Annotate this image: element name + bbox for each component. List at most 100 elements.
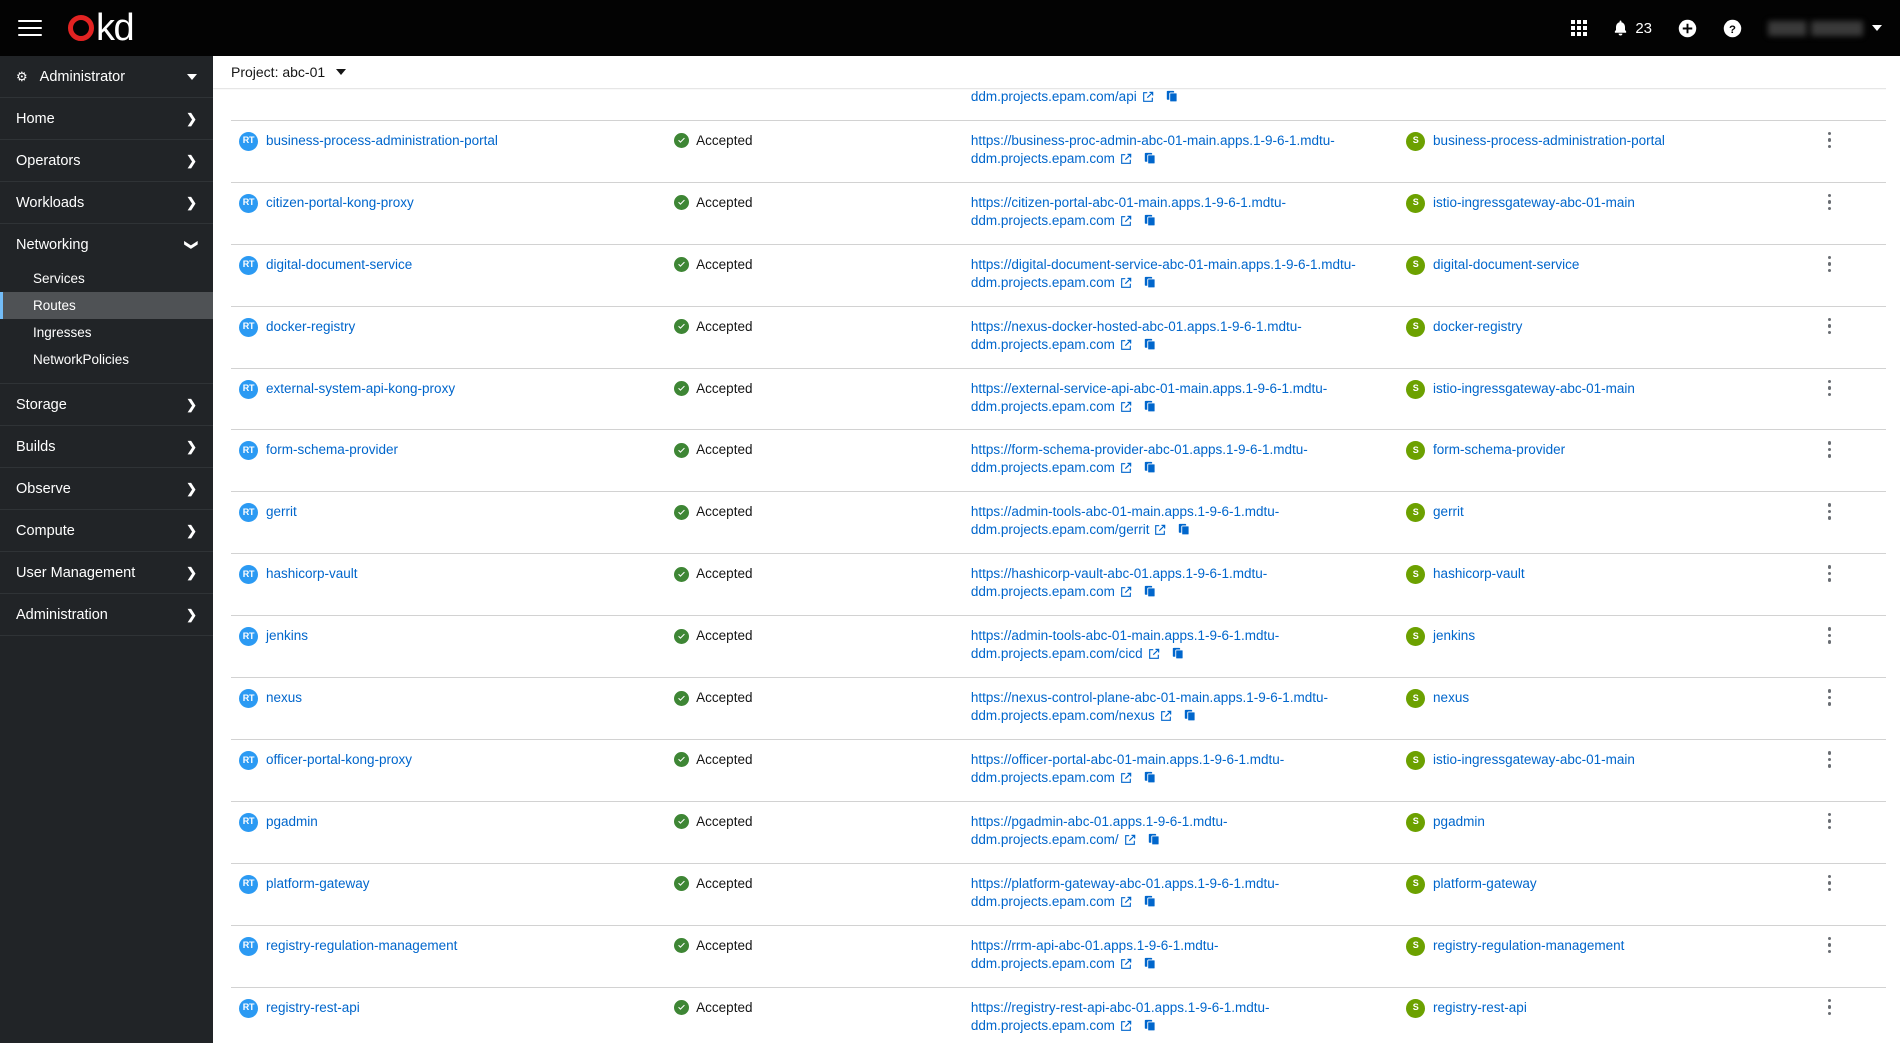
route-location-link[interactable]: https://officer-portal-abc-01-main.apps.… bbox=[971, 752, 1284, 767]
copy-icon[interactable] bbox=[1144, 338, 1157, 356]
sidebar-item-networking[interactable]: Networking ❯ bbox=[0, 224, 213, 265]
route-service-link[interactable]: business-process-administration-portal bbox=[1433, 132, 1665, 150]
chevron-down-icon[interactable] bbox=[336, 69, 347, 75]
applications-grid-icon[interactable] bbox=[1571, 20, 1588, 36]
route-name-link[interactable]: officer-portal-kong-proxy bbox=[266, 751, 412, 769]
sidebar-item-ingresses[interactable]: Ingresses bbox=[0, 319, 213, 346]
route-location-link[interactable]: ddm.projects.epam.com/api bbox=[971, 89, 1137, 104]
route-name-link[interactable]: pgadmin bbox=[266, 813, 318, 831]
route-service-link[interactable]: istio-ingressgateway-abc-01-main bbox=[1433, 194, 1635, 212]
external-link-icon[interactable] bbox=[1120, 771, 1132, 789]
route-service-link[interactable]: pgadmin bbox=[1433, 813, 1485, 831]
vertical-scrollbar[interactable] bbox=[1886, 88, 1900, 1043]
route-service-link[interactable]: jenkins bbox=[1433, 627, 1475, 645]
copy-icon[interactable] bbox=[1144, 461, 1157, 479]
route-location-link-cont[interactable]: ddm.projects.epam.com bbox=[971, 1018, 1115, 1033]
route-name-link[interactable]: gerrit bbox=[266, 503, 297, 521]
sidebar-item-operators[interactable]: Operators ❯ bbox=[0, 140, 213, 181]
route-location-link-cont[interactable]: ddm.projects.epam.com/ bbox=[971, 832, 1119, 847]
perspective-switcher[interactable]: ⚙ Administrator bbox=[0, 56, 213, 98]
external-link-icon[interactable] bbox=[1124, 833, 1136, 851]
kebab-menu-icon[interactable] bbox=[1820, 751, 1840, 768]
route-location-link[interactable]: https://pgadmin-abc-01.apps.1-9-6-1.mdtu… bbox=[971, 814, 1228, 829]
route-location-link-cont[interactable]: ddm.projects.epam.com bbox=[971, 213, 1115, 228]
route-location-link[interactable]: https://citizen-portal-abc-01-main.apps.… bbox=[971, 195, 1286, 210]
external-link-icon[interactable] bbox=[1120, 338, 1132, 356]
copy-icon[interactable] bbox=[1144, 957, 1157, 975]
route-name-link[interactable]: business-process-administration-portal bbox=[266, 132, 498, 150]
route-location-link-cont[interactable]: ddm.projects.epam.com bbox=[971, 337, 1115, 352]
route-name-link[interactable]: nexus bbox=[266, 689, 302, 707]
sidebar-item-routes[interactable]: Routes bbox=[0, 292, 213, 319]
route-location-link[interactable]: https://external-service-api-abc-01-main… bbox=[971, 381, 1327, 396]
sidebar-item-administration[interactable]: Administration ❯ bbox=[0, 594, 213, 635]
route-location-link-cont[interactable]: ddm.projects.epam.com bbox=[971, 894, 1115, 909]
okd-logo[interactable]: kd bbox=[68, 9, 135, 47]
route-name-link[interactable]: registry-regulation-management bbox=[266, 937, 457, 955]
route-location-link-cont[interactable]: ddm.projects.epam.com bbox=[971, 151, 1115, 166]
copy-icon[interactable] bbox=[1184, 709, 1197, 727]
sidebar-item-networkpolicies[interactable]: NetworkPolicies bbox=[0, 346, 213, 373]
route-name-link[interactable]: docker-registry bbox=[266, 318, 355, 336]
copy-icon[interactable] bbox=[1144, 152, 1157, 170]
route-service-link[interactable]: istio-ingressgateway-abc-01-main bbox=[1433, 751, 1635, 769]
route-location-link[interactable]: https://registry-rest-api-abc-01.apps.1-… bbox=[971, 1000, 1270, 1015]
route-location-link[interactable]: https://nexus-control-plane-abc-01-main.… bbox=[971, 690, 1328, 705]
kebab-menu-icon[interactable] bbox=[1820, 689, 1840, 706]
route-service-link[interactable]: platform-gateway bbox=[1433, 875, 1537, 893]
route-service-link[interactable]: registry-regulation-management bbox=[1433, 937, 1624, 955]
route-location-link-cont[interactable]: ddm.projects.epam.com/cicd bbox=[971, 646, 1143, 661]
user-menu[interactable] bbox=[1768, 20, 1882, 36]
route-location-link[interactable]: https://admin-tools-abc-01-main.apps.1-9… bbox=[971, 504, 1279, 519]
copy-icon[interactable] bbox=[1144, 1019, 1157, 1037]
route-location-link-cont[interactable]: ddm.projects.epam.com bbox=[971, 584, 1115, 599]
add-button[interactable] bbox=[1678, 19, 1697, 38]
routes-table-scroll[interactable]: ddm.projects.epam.com/api RT business-proc… bbox=[213, 88, 1900, 1043]
route-service-link[interactable]: gerrit bbox=[1433, 503, 1464, 521]
project-selector[interactable]: Project: abc-01 bbox=[231, 64, 325, 80]
kebab-menu-icon[interactable] bbox=[1820, 936, 1840, 954]
kebab-menu-icon[interactable] bbox=[1820, 874, 1840, 892]
copy-icon[interactable] bbox=[1172, 647, 1185, 665]
kebab-menu-icon[interactable] bbox=[1820, 255, 1840, 273]
route-service-link[interactable]: istio-ingressgateway-abc-01-main bbox=[1433, 380, 1635, 398]
copy-icon[interactable] bbox=[1166, 90, 1179, 108]
route-location-link-cont[interactable]: ddm.projects.epam.com bbox=[971, 956, 1115, 971]
route-location-link[interactable]: https://nexus-docker-hosted-abc-01.apps.… bbox=[971, 319, 1302, 334]
kebab-menu-icon[interactable] bbox=[1820, 503, 1840, 520]
route-name-link[interactable]: jenkins bbox=[266, 627, 308, 645]
external-link-icon[interactable] bbox=[1120, 152, 1132, 170]
route-location-link[interactable]: https://admin-tools-abc-01-main.apps.1-9… bbox=[971, 628, 1279, 643]
route-location-link-cont[interactable]: ddm.projects.epam.com bbox=[971, 399, 1115, 414]
route-service-link[interactable]: digital-document-service bbox=[1433, 256, 1579, 274]
copy-icon[interactable] bbox=[1144, 400, 1157, 418]
copy-icon[interactable] bbox=[1148, 833, 1161, 851]
route-location-link-cont[interactable]: ddm.projects.epam.com bbox=[971, 275, 1115, 290]
sidebar-item-observe[interactable]: Observe ❯ bbox=[0, 468, 213, 509]
kebab-menu-icon[interactable] bbox=[1820, 131, 1840, 149]
route-name-link[interactable]: registry-rest-api bbox=[266, 999, 360, 1017]
sidebar-item-storage[interactable]: Storage ❯ bbox=[0, 384, 213, 425]
route-location-link-cont[interactable]: ddm.projects.epam.com/nexus bbox=[971, 708, 1155, 723]
copy-icon[interactable] bbox=[1144, 585, 1157, 603]
route-name-link[interactable]: platform-gateway bbox=[266, 875, 370, 893]
sidebar-item-compute[interactable]: Compute ❯ bbox=[0, 510, 213, 551]
kebab-menu-icon[interactable] bbox=[1820, 441, 1840, 458]
kebab-menu-icon[interactable] bbox=[1820, 812, 1840, 830]
sidebar-item-user-management[interactable]: User Management ❯ bbox=[0, 552, 213, 593]
route-name-link[interactable]: external-system-api-kong-proxy bbox=[266, 380, 455, 398]
route-service-link[interactable]: nexus bbox=[1433, 689, 1469, 707]
copy-icon[interactable] bbox=[1144, 771, 1157, 789]
route-name-link[interactable]: citizen-portal-kong-proxy bbox=[266, 194, 414, 212]
route-location-link-cont[interactable]: ddm.projects.epam.com bbox=[971, 770, 1115, 785]
route-service-link[interactable]: form-schema-provider bbox=[1433, 441, 1565, 459]
external-link-icon[interactable] bbox=[1120, 1019, 1132, 1037]
route-location-link[interactable]: https://business-proc-admin-abc-01-main.… bbox=[971, 133, 1335, 148]
route-location-link[interactable]: https://digital-document-service-abc-01-… bbox=[971, 257, 1356, 272]
route-service-link[interactable]: hashicorp-vault bbox=[1433, 565, 1525, 583]
external-link-icon[interactable] bbox=[1120, 957, 1132, 975]
kebab-menu-icon[interactable] bbox=[1820, 627, 1840, 644]
copy-icon[interactable] bbox=[1144, 214, 1157, 232]
nav-toggle-button[interactable] bbox=[18, 11, 52, 45]
external-link-icon[interactable] bbox=[1120, 276, 1132, 294]
